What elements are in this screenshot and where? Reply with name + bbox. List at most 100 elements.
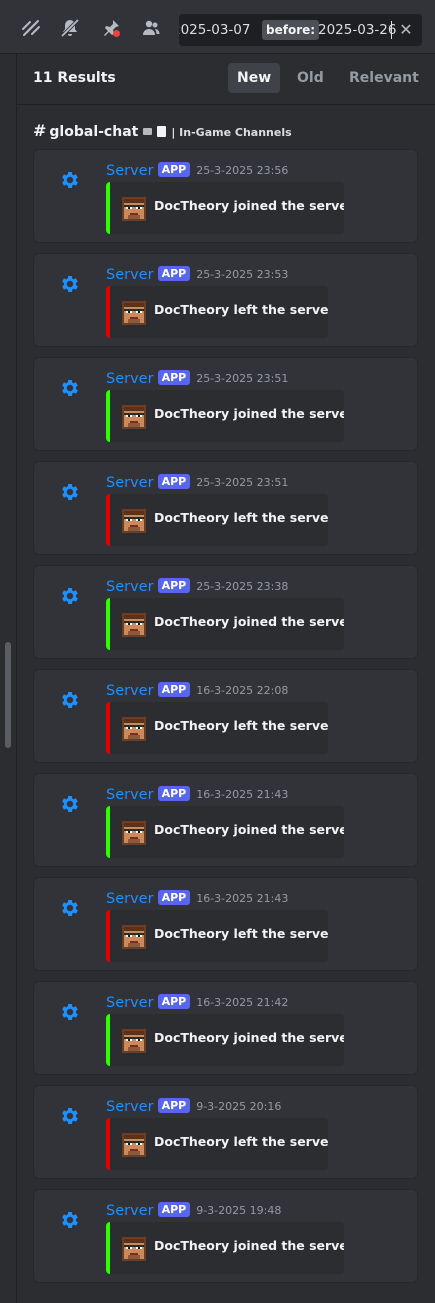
message-embed: DocTheory left the server <box>106 494 328 546</box>
embed-status-bar <box>106 1118 110 1170</box>
player-avatar-icon <box>122 1133 146 1157</box>
search-input[interactable]: 2025-03-07 before: 2025-03-26 ✕ <box>179 14 422 46</box>
server-gear-icon[interactable] <box>59 1001 81 1023</box>
author-name[interactable]: Server <box>106 267 154 283</box>
message-meta: Server APP 25-3-2025 23:51 <box>106 368 288 388</box>
search-result[interactable]: Server APP 16-3-2025 21:42 DocTheory joined… <box>33 981 418 1075</box>
sort-tab-new[interactable]: New <box>228 63 281 93</box>
author-name[interactable]: Server <box>106 891 154 907</box>
message-meta: Server APP 25-3-2025 23:51 <box>106 472 288 492</box>
embed-status-bar <box>106 494 110 546</box>
app-badge: APP <box>157 994 191 1009</box>
message-embed: DocTheory left the server <box>106 702 328 754</box>
message-embed: DocTheory joined the server <box>106 1222 344 1274</box>
embed-text: DocTheory joined the server <box>154 406 344 421</box>
app-badge: APP <box>157 578 191 593</box>
message-embed: DocTheory joined the server <box>106 390 344 442</box>
author-name[interactable]: Server <box>106 1203 154 1219</box>
author-name[interactable]: Server <box>106 163 154 179</box>
channel-name: global-chat <box>49 124 139 140</box>
message-embed: DocTheory joined the server <box>106 598 344 650</box>
search-before-chip[interactable]: before: <box>262 20 320 40</box>
embed-text: DocTheory left the server <box>154 1134 328 1149</box>
app-badge: APP <box>157 1098 191 1113</box>
clear-search-icon[interactable]: ✕ <box>396 20 416 40</box>
app-badge: APP <box>157 266 191 281</box>
author-name[interactable]: Server <box>106 1099 154 1115</box>
app-badge: APP <box>157 890 191 905</box>
results-header: 11 Results New Old Relevant <box>17 54 435 105</box>
message-embed: DocTheory left the server <box>106 286 328 338</box>
search-result[interactable]: Server APP 25-3-2025 23:53 DocTheory left t… <box>33 253 418 347</box>
message-timestamp: 16-3-2025 22:08 <box>196 684 289 697</box>
player-avatar-icon <box>122 1237 146 1261</box>
server-gear-icon[interactable] <box>59 793 81 815</box>
embed-status-bar <box>106 1222 110 1274</box>
mute-icon[interactable] <box>60 18 80 38</box>
search-result[interactable]: Server APP 25-3-2025 23:51 DocTheory joined… <box>33 357 418 451</box>
player-avatar-icon <box>122 925 146 949</box>
server-gear-icon[interactable] <box>59 585 81 607</box>
author-name[interactable]: Server <box>106 371 154 387</box>
search-before-date[interactable]: 2025-03-26 <box>318 14 396 46</box>
embed-status-bar <box>106 182 110 234</box>
player-avatar-icon <box>122 613 146 637</box>
player-avatar-icon <box>122 1029 146 1053</box>
embed-status-bar <box>106 286 110 338</box>
threads-icon[interactable] <box>21 18 41 38</box>
server-gear-icon[interactable] <box>59 377 81 399</box>
search-result[interactable]: Server APP 9-3-2025 19:48 DocTheory joined … <box>33 1189 418 1283</box>
author-name[interactable]: Server <box>106 995 154 1011</box>
message-timestamp: 25-3-2025 23:38 <box>196 580 289 593</box>
app-badge: APP <box>157 474 191 489</box>
server-gear-icon[interactable] <box>59 1105 81 1127</box>
sort-tab-old[interactable]: Old <box>288 63 333 93</box>
embed-text: DocTheory left the server <box>154 302 328 317</box>
app-badge: APP <box>157 162 191 177</box>
embed-status-bar <box>106 702 110 754</box>
results-count: 11 Results <box>33 70 116 86</box>
search-result[interactable]: Server APP 16-3-2025 21:43 DocTheory left t… <box>33 877 418 971</box>
server-gear-icon[interactable] <box>59 689 81 711</box>
scrollbar-thumb[interactable] <box>5 642 11 748</box>
server-gear-icon[interactable] <box>59 481 81 503</box>
channel-category: | In-Game Channels <box>171 126 292 139</box>
embed-text: DocTheory joined the server <box>154 822 344 837</box>
player-avatar-icon <box>122 717 146 741</box>
server-gear-icon[interactable] <box>59 897 81 919</box>
message-meta: Server APP 16-3-2025 21:42 <box>106 992 288 1012</box>
embed-text: DocTheory left the server <box>154 718 328 733</box>
search-result[interactable]: Server APP 25-3-2025 23:56 DocTheory joined… <box>33 149 418 243</box>
message-embed: DocTheory joined the server <box>106 806 344 858</box>
search-after-date[interactable]: 2025-03-07 <box>179 14 250 46</box>
channel-header[interactable]: # global-chat | In-Game Channels <box>33 120 292 142</box>
player-avatar-icon <box>122 509 146 533</box>
author-name[interactable]: Server <box>106 579 154 595</box>
search-result[interactable]: Server APP 25-3-2025 23:51 DocTheory left t… <box>33 461 418 555</box>
embed-text: DocTheory joined the server <box>154 198 344 213</box>
author-name[interactable]: Server <box>106 683 154 699</box>
server-gear-icon[interactable] <box>59 169 81 191</box>
message-meta: Server APP 16-3-2025 22:08 <box>106 680 288 700</box>
embed-status-bar <box>106 598 110 650</box>
server-gear-icon[interactable] <box>59 273 81 295</box>
search-result[interactable]: Server APP 16-3-2025 21:43 DocTheory joined… <box>33 773 418 867</box>
search-result[interactable]: Server APP 25-3-2025 23:38 DocTheory joined… <box>33 565 418 659</box>
embed-text: DocTheory joined the server <box>154 1030 344 1045</box>
author-name[interactable]: Server <box>106 787 154 803</box>
search-result[interactable]: Server APP 16-3-2025 22:08 DocTheory left t… <box>33 669 418 763</box>
search-result[interactable]: Server APP 9-3-2025 20:16 DocTheory left th… <box>33 1085 418 1179</box>
sort-tab-relevant[interactable]: Relevant <box>340 63 428 93</box>
message-timestamp: 16-3-2025 21:43 <box>196 788 289 801</box>
text-cursor <box>391 21 392 39</box>
embed-status-bar <box>106 390 110 442</box>
message-embed: DocTheory joined the server <box>106 1014 344 1066</box>
pin-icon[interactable] <box>101 18 121 38</box>
embed-text: DocTheory left the server <box>154 926 328 941</box>
members-icon[interactable] <box>141 18 161 38</box>
message-meta: Server APP 9-3-2025 19:48 <box>106 1200 281 1220</box>
app-badge: APP <box>157 682 191 697</box>
server-gear-icon[interactable] <box>59 1209 81 1231</box>
author-name[interactable]: Server <box>106 475 154 491</box>
message-meta: Server APP 25-3-2025 23:56 <box>106 160 288 180</box>
